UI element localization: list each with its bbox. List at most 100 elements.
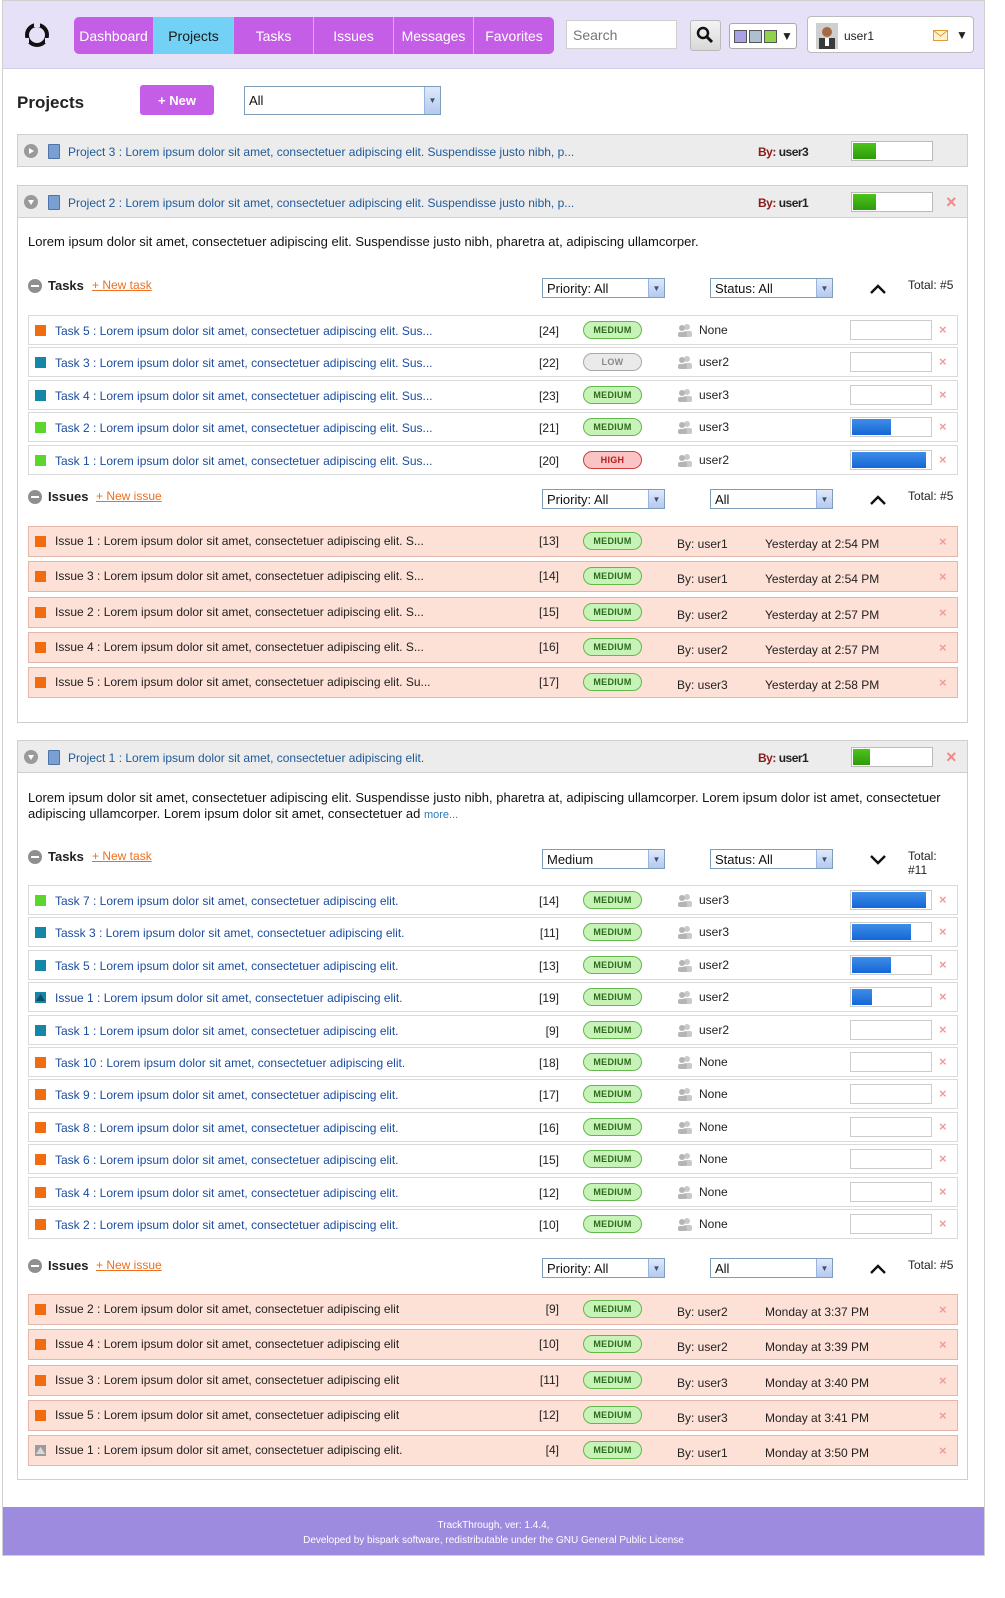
project-header[interactable]: Project 1 : Lorem ipsum dolor sit amet, … <box>17 740 968 773</box>
task-row[interactable]: Tassk 3 : Lorem ipsum dolor sit amet, co… <box>28 917 958 948</box>
delete-icon[interactable]: × <box>939 892 947 907</box>
collapse-icon[interactable] <box>28 1259 42 1273</box>
task-row[interactable]: Task 2 : Lorem ipsum dolor sit amet, con… <box>28 1209 958 1239</box>
task-row[interactable]: Task 3 : Lorem ipsum dolor sit amet, con… <box>28 347 958 378</box>
project-header[interactable]: Project 2 : Lorem ipsum dolor sit amet, … <box>17 185 968 218</box>
chevron-up-icon[interactable] <box>870 1261 886 1277</box>
task-row[interactable]: Task 6 : Lorem ipsum dolor sit amet, con… <box>28 1144 958 1175</box>
nav-tab-projects[interactable]: Projects <box>154 17 234 54</box>
issue-title-link[interactable]: Issue 1 : Lorem ipsum dolor sit amet, co… <box>55 534 424 548</box>
delete-icon[interactable]: × <box>939 1151 947 1166</box>
delete-icon[interactable]: × <box>939 1373 947 1388</box>
issue-row[interactable]: Issue 2 : Lorem ipsum dolor sit amet, co… <box>28 596 958 628</box>
nav-tab-tasks[interactable]: Tasks <box>234 17 314 54</box>
issue-row[interactable]: Issue 1 : Lorem ipsum dolor sit amet, co… <box>28 526 958 557</box>
issue-title-link[interactable]: Issue 2 : Lorem ipsum dolor sit amet, co… <box>55 605 424 619</box>
chevron-up-icon[interactable] <box>870 281 886 297</box>
task-title-link[interactable]: Task 1 : Lorem ipsum dolor sit amet, con… <box>55 454 433 468</box>
task-title-link[interactable]: Task 4 : Lorem ipsum dolor sit amet, con… <box>55 389 433 403</box>
issue-row[interactable]: Issue 4 : Lorem ipsum dolor sit amet, co… <box>28 631 958 663</box>
task-row[interactable]: Task 4 : Lorem ipsum dolor sit amet, con… <box>28 379 958 410</box>
new-task-link[interactable]: + New task <box>92 849 152 863</box>
new-task-link[interactable]: + New task <box>92 278 152 292</box>
search-button[interactable] <box>690 20 721 51</box>
new-project-button[interactable]: + New <box>140 85 214 115</box>
priority-filter[interactable]: Priority: All ▼ <box>542 278 665 298</box>
delete-icon[interactable]: × <box>939 957 947 972</box>
issue-title-link[interactable]: Issue 3 : Lorem ipsum dolor sit amet, co… <box>55 1373 399 1387</box>
task-row[interactable]: Task 4 : Lorem ipsum dolor sit amet, con… <box>28 1176 958 1207</box>
task-title-link[interactable]: Task 2 : Lorem ipsum dolor sit amet, con… <box>55 1218 399 1232</box>
issue-row[interactable]: Issue 1 : Lorem ipsum dolor sit amet, co… <box>28 1435 958 1467</box>
task-title-link[interactable]: Task 1 : Lorem ipsum dolor sit amet, con… <box>55 1024 399 1038</box>
issue-row[interactable]: Issue 3 : Lorem ipsum dolor sit amet, co… <box>28 561 958 593</box>
delete-icon[interactable]: × <box>939 675 947 690</box>
collapse-icon[interactable] <box>24 195 38 209</box>
delete-icon[interactable]: × <box>939 1302 947 1317</box>
status-filter[interactable]: All ▼ <box>710 1258 833 1278</box>
issue-row[interactable]: Issue 2 : Lorem ipsum dolor sit amet, co… <box>28 1294 958 1325</box>
delete-icon[interactable]: × <box>939 1408 947 1423</box>
task-title-link[interactable]: Task 8 : Lorem ipsum dolor sit amet, con… <box>55 1121 399 1135</box>
priority-filter[interactable]: Priority: All ▼ <box>542 1258 665 1278</box>
delete-icon[interactable]: × <box>939 1086 947 1101</box>
collapse-icon[interactable] <box>24 750 38 764</box>
nav-tab-favorites[interactable]: Favorites <box>474 17 554 54</box>
task-row[interactable]: Task 5 : Lorem ipsum dolor sit amet, con… <box>28 315 958 345</box>
task-title-link[interactable]: Tassk 3 : Lorem ipsum dolor sit amet, co… <box>55 926 405 940</box>
delete-icon[interactable]: × <box>939 354 947 369</box>
task-row[interactable]: Task 2 : Lorem ipsum dolor sit amet, con… <box>28 412 958 443</box>
issue-row[interactable]: Issue 5 : Lorem ipsum dolor sit amet, co… <box>28 667 958 699</box>
task-row[interactable]: Task 8 : Lorem ipsum dolor sit amet, con… <box>28 1111 958 1142</box>
project-title-link[interactable]: Project 2 : Lorem ipsum dolor sit amet, … <box>68 196 574 210</box>
issue-title-link[interactable]: Issue 1 : Lorem ipsum dolor sit amet, co… <box>55 1443 403 1457</box>
task-row[interactable]: Task 7 : Lorem ipsum dolor sit amet, con… <box>28 885 958 915</box>
task-row[interactable]: Issue 1 : Lorem ipsum dolor sit amet, co… <box>28 982 958 1013</box>
project-title-link[interactable]: Project 1 : Lorem ipsum dolor sit amet, … <box>68 751 424 765</box>
issue-row[interactable]: Issue 5 : Lorem ipsum dolor sit amet, co… <box>28 1399 958 1431</box>
collapse-icon[interactable] <box>28 279 42 293</box>
task-title-link[interactable]: Task 5 : Lorem ipsum dolor sit amet, con… <box>55 959 399 973</box>
status-filter[interactable]: Status: All ▼ <box>710 278 833 298</box>
mail-icon[interactable] <box>933 30 948 41</box>
priority-filter[interactable]: Medium ▼ <box>542 849 665 869</box>
close-icon[interactable]: × <box>946 747 957 768</box>
task-title-link[interactable]: Task 6 : Lorem ipsum dolor sit amet, con… <box>55 1153 399 1167</box>
nav-tab-issues[interactable]: Issues <box>314 17 394 54</box>
more-link[interactable]: more... <box>424 809 458 821</box>
search-input[interactable] <box>566 20 677 49</box>
task-title-link[interactable]: Task 4 : Lorem ipsum dolor sit amet, con… <box>55 1186 399 1200</box>
status-filter[interactable]: All ▼ <box>710 489 833 509</box>
delete-icon[interactable]: × <box>939 569 947 584</box>
issue-row[interactable]: Issue 4 : Lorem ipsum dolor sit amet, co… <box>28 1329 958 1361</box>
new-issue-link[interactable]: + New issue <box>96 1258 162 1272</box>
task-title-link[interactable]: Task 2 : Lorem ipsum dolor sit amet, con… <box>55 421 433 435</box>
user-menu[interactable]: user1 ▼ <box>807 16 974 53</box>
delete-icon[interactable]: × <box>939 1022 947 1037</box>
priority-filter[interactable]: Priority: All ▼ <box>542 489 665 509</box>
delete-icon[interactable]: × <box>939 1054 947 1069</box>
task-title-link[interactable]: Task 3 : Lorem ipsum dolor sit amet, con… <box>55 356 433 370</box>
task-title-link[interactable]: Task 7 : Lorem ipsum dolor sit amet, con… <box>55 894 399 908</box>
delete-icon[interactable]: × <box>939 1216 947 1231</box>
task-title-link[interactable]: Task 5 : Lorem ipsum dolor sit amet, con… <box>55 324 433 338</box>
issue-title-link[interactable]: Issue 4 : Lorem ipsum dolor sit amet, co… <box>55 640 424 654</box>
project-filter-select[interactable]: All ▼ <box>244 86 441 115</box>
delete-icon[interactable]: × <box>939 452 947 467</box>
task-row[interactable]: Task 5 : Lorem ipsum dolor sit amet, con… <box>28 949 958 980</box>
issue-row[interactable]: Issue 3 : Lorem ipsum dolor sit amet, co… <box>28 1364 958 1396</box>
delete-icon[interactable]: × <box>939 989 947 1004</box>
nav-tab-dashboard[interactable]: Dashboard <box>74 17 154 54</box>
close-icon[interactable]: × <box>946 192 957 213</box>
delete-icon[interactable]: × <box>939 924 947 939</box>
expand-icon[interactable] <box>24 144 38 158</box>
project-title-link[interactable]: Project 3 : Lorem ipsum dolor sit amet, … <box>68 145 574 159</box>
task-row[interactable]: Task 9 : Lorem ipsum dolor sit amet, con… <box>28 1079 958 1110</box>
new-issue-link[interactable]: + New issue <box>96 489 162 503</box>
delete-icon[interactable]: × <box>939 387 947 402</box>
app-logo[interactable] <box>23 21 51 49</box>
task-row[interactable]: Task 10 : Lorem ipsum dolor sit amet, co… <box>28 1047 958 1077</box>
task-row[interactable]: Task 1 : Lorem ipsum dolor sit amet, con… <box>28 444 958 475</box>
issue-title-link[interactable]: Issue 3 : Lorem ipsum dolor sit amet, co… <box>55 569 424 583</box>
chevron-down-icon[interactable] <box>870 852 886 868</box>
